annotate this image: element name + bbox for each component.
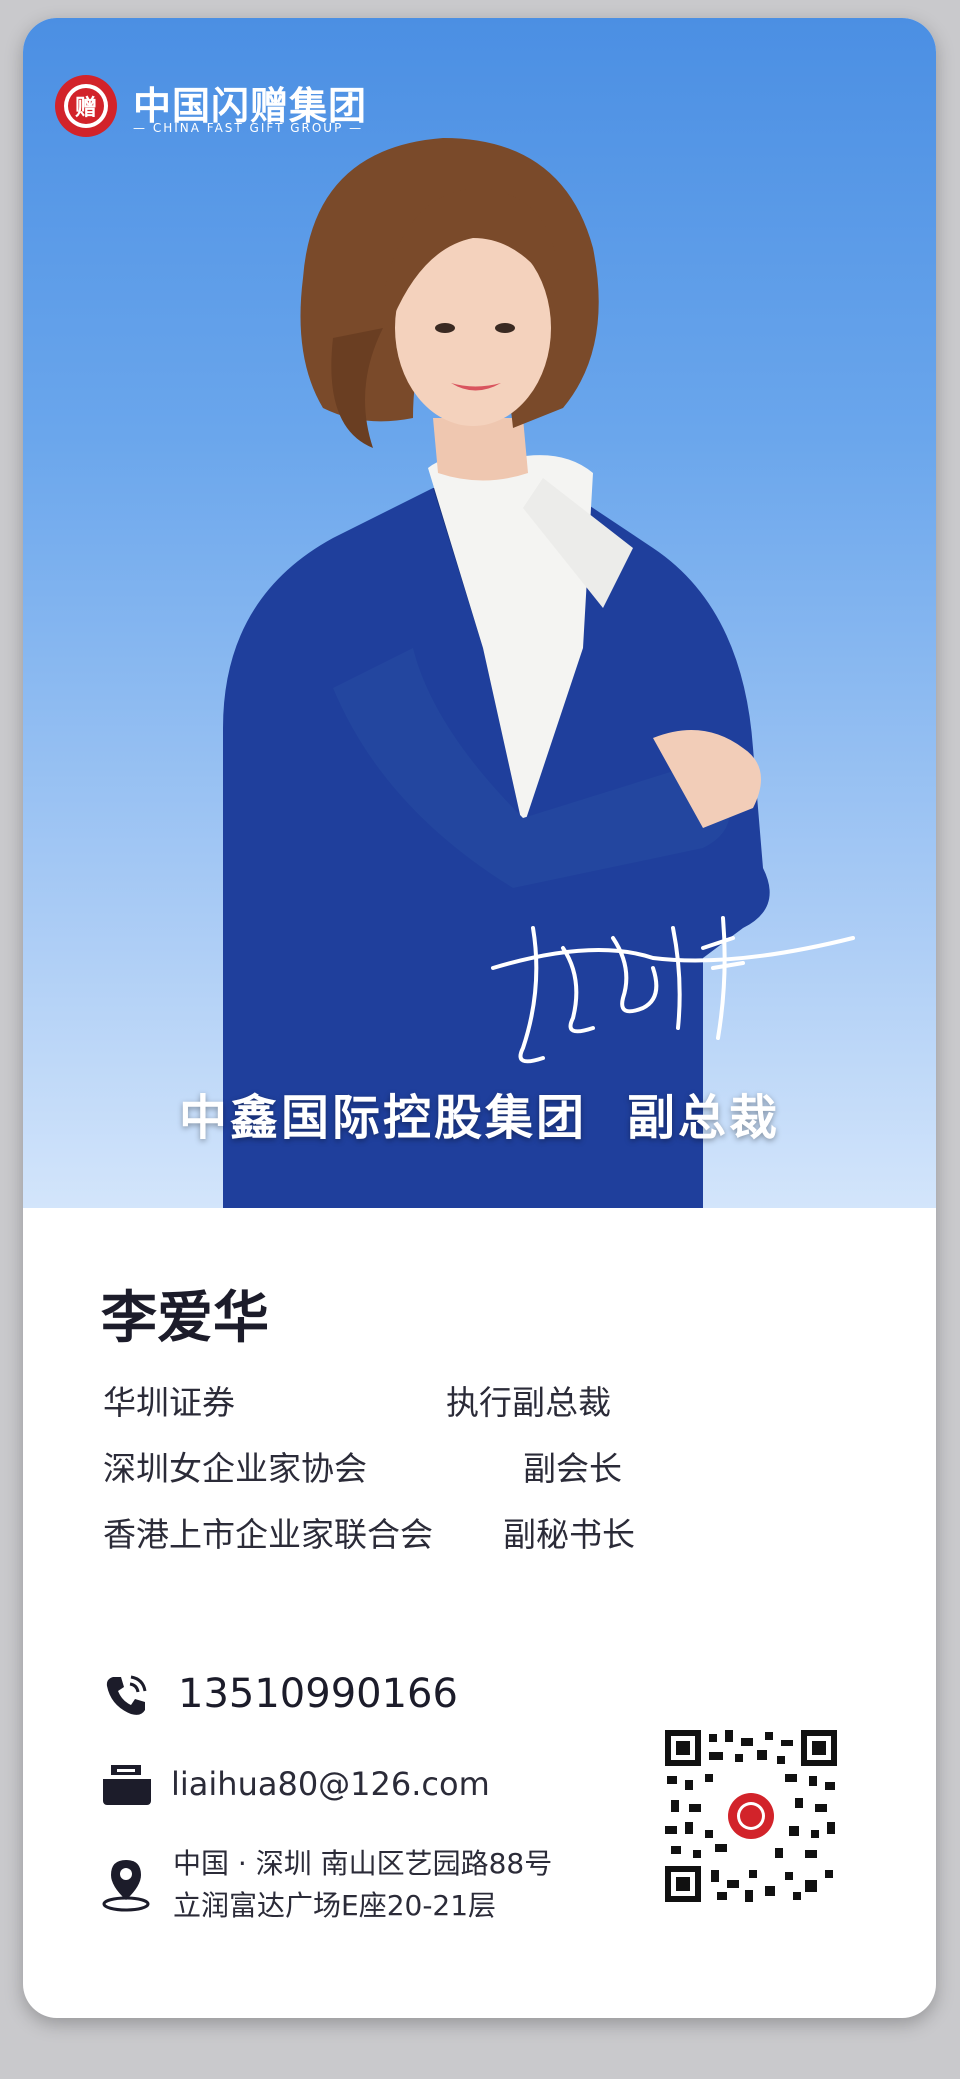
person-name: 李爱华 [101,1286,269,1351]
location-pin-icon [102,1860,150,1912]
brand-logo-icon: 赠 [55,75,117,137]
position-title: 副会长 [523,1449,622,1488]
position-org: 华圳证券 [103,1383,235,1422]
phone-icon [106,1675,147,1715]
address-line-1: 中国 · 深圳 南山区艺园路88号 [173,1847,553,1880]
address: 中国 · 深圳 南山区艺园路88号 立润富达广场E座20-21层 [173,1843,552,1927]
signature-image [491,916,855,1064]
position-org: 香港上市企业家联合会 [103,1515,433,1554]
email-address[interactable]: liaihua80@126.com [171,1765,490,1803]
mail-icon [103,1765,151,1805]
hero-title: 中鑫国际控股集团 副总裁 [23,1078,936,1148]
business-card: 赠 中国闪赠集团 — CHINA FAST GIFT GROUP — 中鑫国际控… [23,18,936,2018]
position-org: 深圳女企业家协会 [103,1449,367,1488]
qr-code-icon[interactable] [665,1730,837,1902]
hero-company: 中鑫国际控股集团 [178,1090,587,1146]
phone-number[interactable]: 13510990166 [178,1671,458,1717]
address-line-2: 立润富达广场E座20-21层 [173,1889,497,1922]
hero-photo-section: 赠 中国闪赠集团 — CHINA FAST GIFT GROUP — 中鑫国际控… [23,18,936,1208]
svg-text:赠: 赠 [75,95,97,121]
hero-role: 副总裁 [627,1090,781,1146]
position-title: 执行副总裁 [446,1383,611,1422]
position-title: 副秘书长 [503,1515,635,1554]
